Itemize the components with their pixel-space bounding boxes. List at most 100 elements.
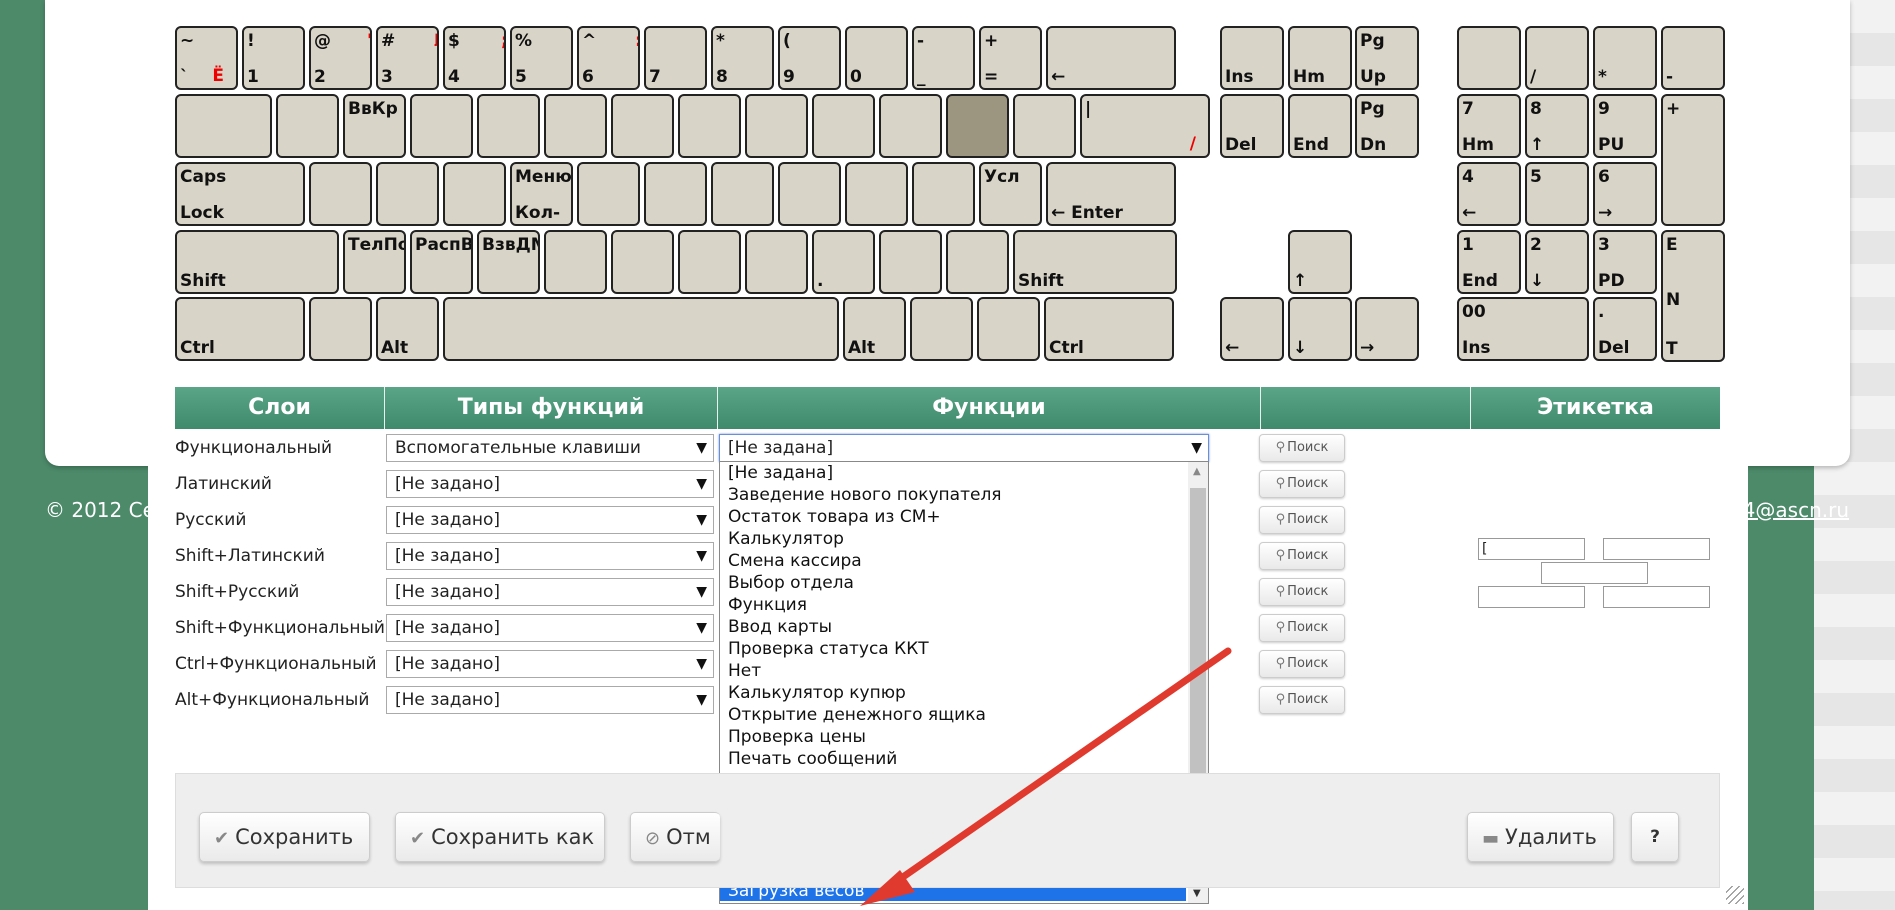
keyboard-key[interactable] [711, 162, 774, 226]
keyboard-key[interactable]: Pg Dn [1355, 94, 1419, 158]
keyboard-key[interactable]: Alt [376, 297, 439, 361]
dropdown-option[interactable]: Смена кассира [728, 551, 862, 571]
keyboard-key[interactable]: ВвКр [343, 94, 406, 158]
keyboard-key[interactable] [309, 162, 372, 226]
search-button[interactable]: ⚲ Поиск [1259, 434, 1345, 462]
function-type-select[interactable]: [Не задано] ▼ [386, 686, 714, 714]
search-button[interactable]: ⚲ Поиск [1259, 686, 1345, 714]
keyboard-key[interactable]: 00 Ins [1457, 297, 1589, 361]
keyboard-key[interactable]: - _ [912, 26, 975, 90]
keyboard-key[interactable]: 6 → [1593, 162, 1657, 226]
search-button[interactable]: ⚲ Поиск [1259, 578, 1345, 606]
keyboard-key[interactable] [678, 94, 741, 158]
keyboard-key[interactable]: 8 ↑ [1525, 94, 1589, 158]
keyboard-key[interactable]: End [1288, 94, 1352, 158]
dropdown-option[interactable]: Проверка цены [728, 727, 866, 747]
keyboard-key[interactable]: Усл [979, 162, 1042, 226]
keyboard-key[interactable]: Ins [1220, 26, 1284, 90]
search-button[interactable]: ⚲ Поиск [1259, 470, 1345, 498]
keyboard-key[interactable]: Shift [1013, 230, 1177, 294]
keyboard-key[interactable] [1013, 94, 1076, 158]
keyboard-key[interactable] [544, 230, 607, 294]
function-type-select[interactable]: [Не задано] ▼ [386, 542, 714, 570]
keyboard-key[interactable]: ТелПо [343, 230, 406, 294]
keyboard-key[interactable]: Shift [175, 230, 339, 294]
keyboard-key[interactable] [611, 94, 674, 158]
keyboard-key[interactable]: Alt [843, 297, 906, 361]
dropdown-option[interactable]: Печать сообщений [728, 749, 897, 769]
delete-button[interactable]: ▬ Удалить [1467, 812, 1614, 862]
function-type-select[interactable]: [Не задано] ▼ [386, 614, 714, 642]
function-type-select[interactable]: [Не задано] ▼ [386, 506, 714, 534]
keyboard-key[interactable] [845, 162, 908, 226]
keyboard-key[interactable]: + = [979, 26, 1042, 90]
keyboard-key[interactable]: 2 ↓ [1525, 230, 1589, 294]
keyboard-key[interactable]: (9 [778, 26, 841, 90]
keyboard-key[interactable]: 4 ← [1457, 162, 1521, 226]
keyboard-key[interactable]: Ctrl [175, 297, 305, 361]
label-field-5[interactable] [1603, 586, 1710, 608]
keyboard-key[interactable]: 1 End [1457, 230, 1521, 294]
keyboard-key[interactable] [879, 230, 942, 294]
scrollbar-thumb[interactable] [1190, 488, 1206, 801]
keyboard-key[interactable]: ~ ` Ё [175, 26, 238, 90]
keyboard-key[interactable]: 5 [1525, 162, 1589, 226]
keyboard-key[interactable] [778, 162, 841, 226]
keyboard-key[interactable] [745, 230, 808, 294]
label-field-4[interactable] [1478, 586, 1585, 608]
resize-grip-icon[interactable] [1726, 886, 1744, 904]
keyboard-key[interactable]: ← Enter [1046, 162, 1176, 226]
keyboard-key[interactable] [175, 94, 272, 158]
scroll-down-icon[interactable]: ▼ [1193, 888, 1201, 899]
keyboard-key[interactable]: - [1661, 26, 1725, 90]
dropdown-option[interactable]: Проверка статуса ККТ [728, 639, 929, 659]
dropdown-option[interactable]: Ввод карты [728, 617, 832, 637]
keyboard-key[interactable] [309, 297, 372, 361]
label-field-1[interactable]: [ [1478, 538, 1585, 560]
keyboard-key[interactable]: + [1661, 94, 1725, 226]
keyboard-key[interactable]: 7 Hm [1457, 94, 1521, 158]
keyboard-key[interactable]: E T N [1661, 230, 1725, 362]
keyboard-key[interactable]: * 8 [711, 26, 774, 90]
keyboard-key[interactable]: ← [1220, 297, 1284, 361]
keyboard-key[interactable]: / [1525, 26, 1589, 90]
function-type-select[interactable]: [Не задано] ▼ [386, 470, 714, 498]
function-type-select[interactable]: Вспомогательные клавиши ▼ [386, 434, 714, 462]
keyboard-key[interactable]: #3 № [376, 26, 439, 90]
cancel-button[interactable]: ⊘ Отм [630, 812, 720, 862]
keyboard-key[interactable]: ← [1046, 26, 1176, 90]
keyboard-key[interactable] [611, 230, 674, 294]
function-select[interactable]: [Не задана] ▼ [719, 434, 1209, 462]
keyboard-key[interactable]: ^ 6: [577, 26, 640, 90]
keyboard-key[interactable]: ВзвДМ [477, 230, 540, 294]
keyboard-key[interactable]: Caps Lock [175, 162, 305, 226]
keyboard-key[interactable]: * [1593, 26, 1657, 90]
keyboard-key[interactable]: Ctrl [1044, 297, 1174, 361]
keyboard-key[interactable]: Hm [1288, 26, 1352, 90]
search-button[interactable]: ⚲ Поиск [1259, 650, 1345, 678]
keyboard-key[interactable] [443, 162, 506, 226]
dropdown-option[interactable]: Открытие денежного ящика [728, 705, 986, 725]
search-button[interactable]: ⚲ Поиск [1259, 614, 1345, 642]
keyboard-key[interactable]: ! 1 [242, 26, 305, 90]
keyboard-key[interactable] [910, 297, 973, 361]
keyboard-key[interactable] [376, 162, 439, 226]
keyboard-key[interactable]: Меню Кол- [510, 162, 573, 226]
function-type-select[interactable]: [Не задано] ▼ [386, 650, 714, 678]
keyboard-key[interactable]: 9 PU [1593, 94, 1657, 158]
keyboard-key[interactable] [946, 230, 1009, 294]
keyboard-key[interactable] [912, 162, 975, 226]
dropdown-option[interactable]: Функция [728, 595, 807, 615]
keyboard-key[interactable]: . Del [1593, 297, 1657, 361]
keyboard-key[interactable]: → [1355, 297, 1419, 361]
keyboard-key[interactable] [577, 162, 640, 226]
keyboard-key[interactable]: @2 " [309, 26, 372, 90]
save-as-button[interactable]: ✔ Сохранить как [395, 812, 605, 862]
keyboard-key[interactable]: 7 [644, 26, 707, 90]
search-button[interactable]: ⚲ Поиск [1259, 506, 1345, 534]
keyboard-key[interactable] [276, 94, 339, 158]
keyboard-key[interactable] [678, 230, 741, 294]
dropdown-option[interactable]: Нет [728, 661, 761, 681]
label-field-2[interactable] [1603, 538, 1710, 560]
keyboard-key[interactable] [644, 162, 707, 226]
